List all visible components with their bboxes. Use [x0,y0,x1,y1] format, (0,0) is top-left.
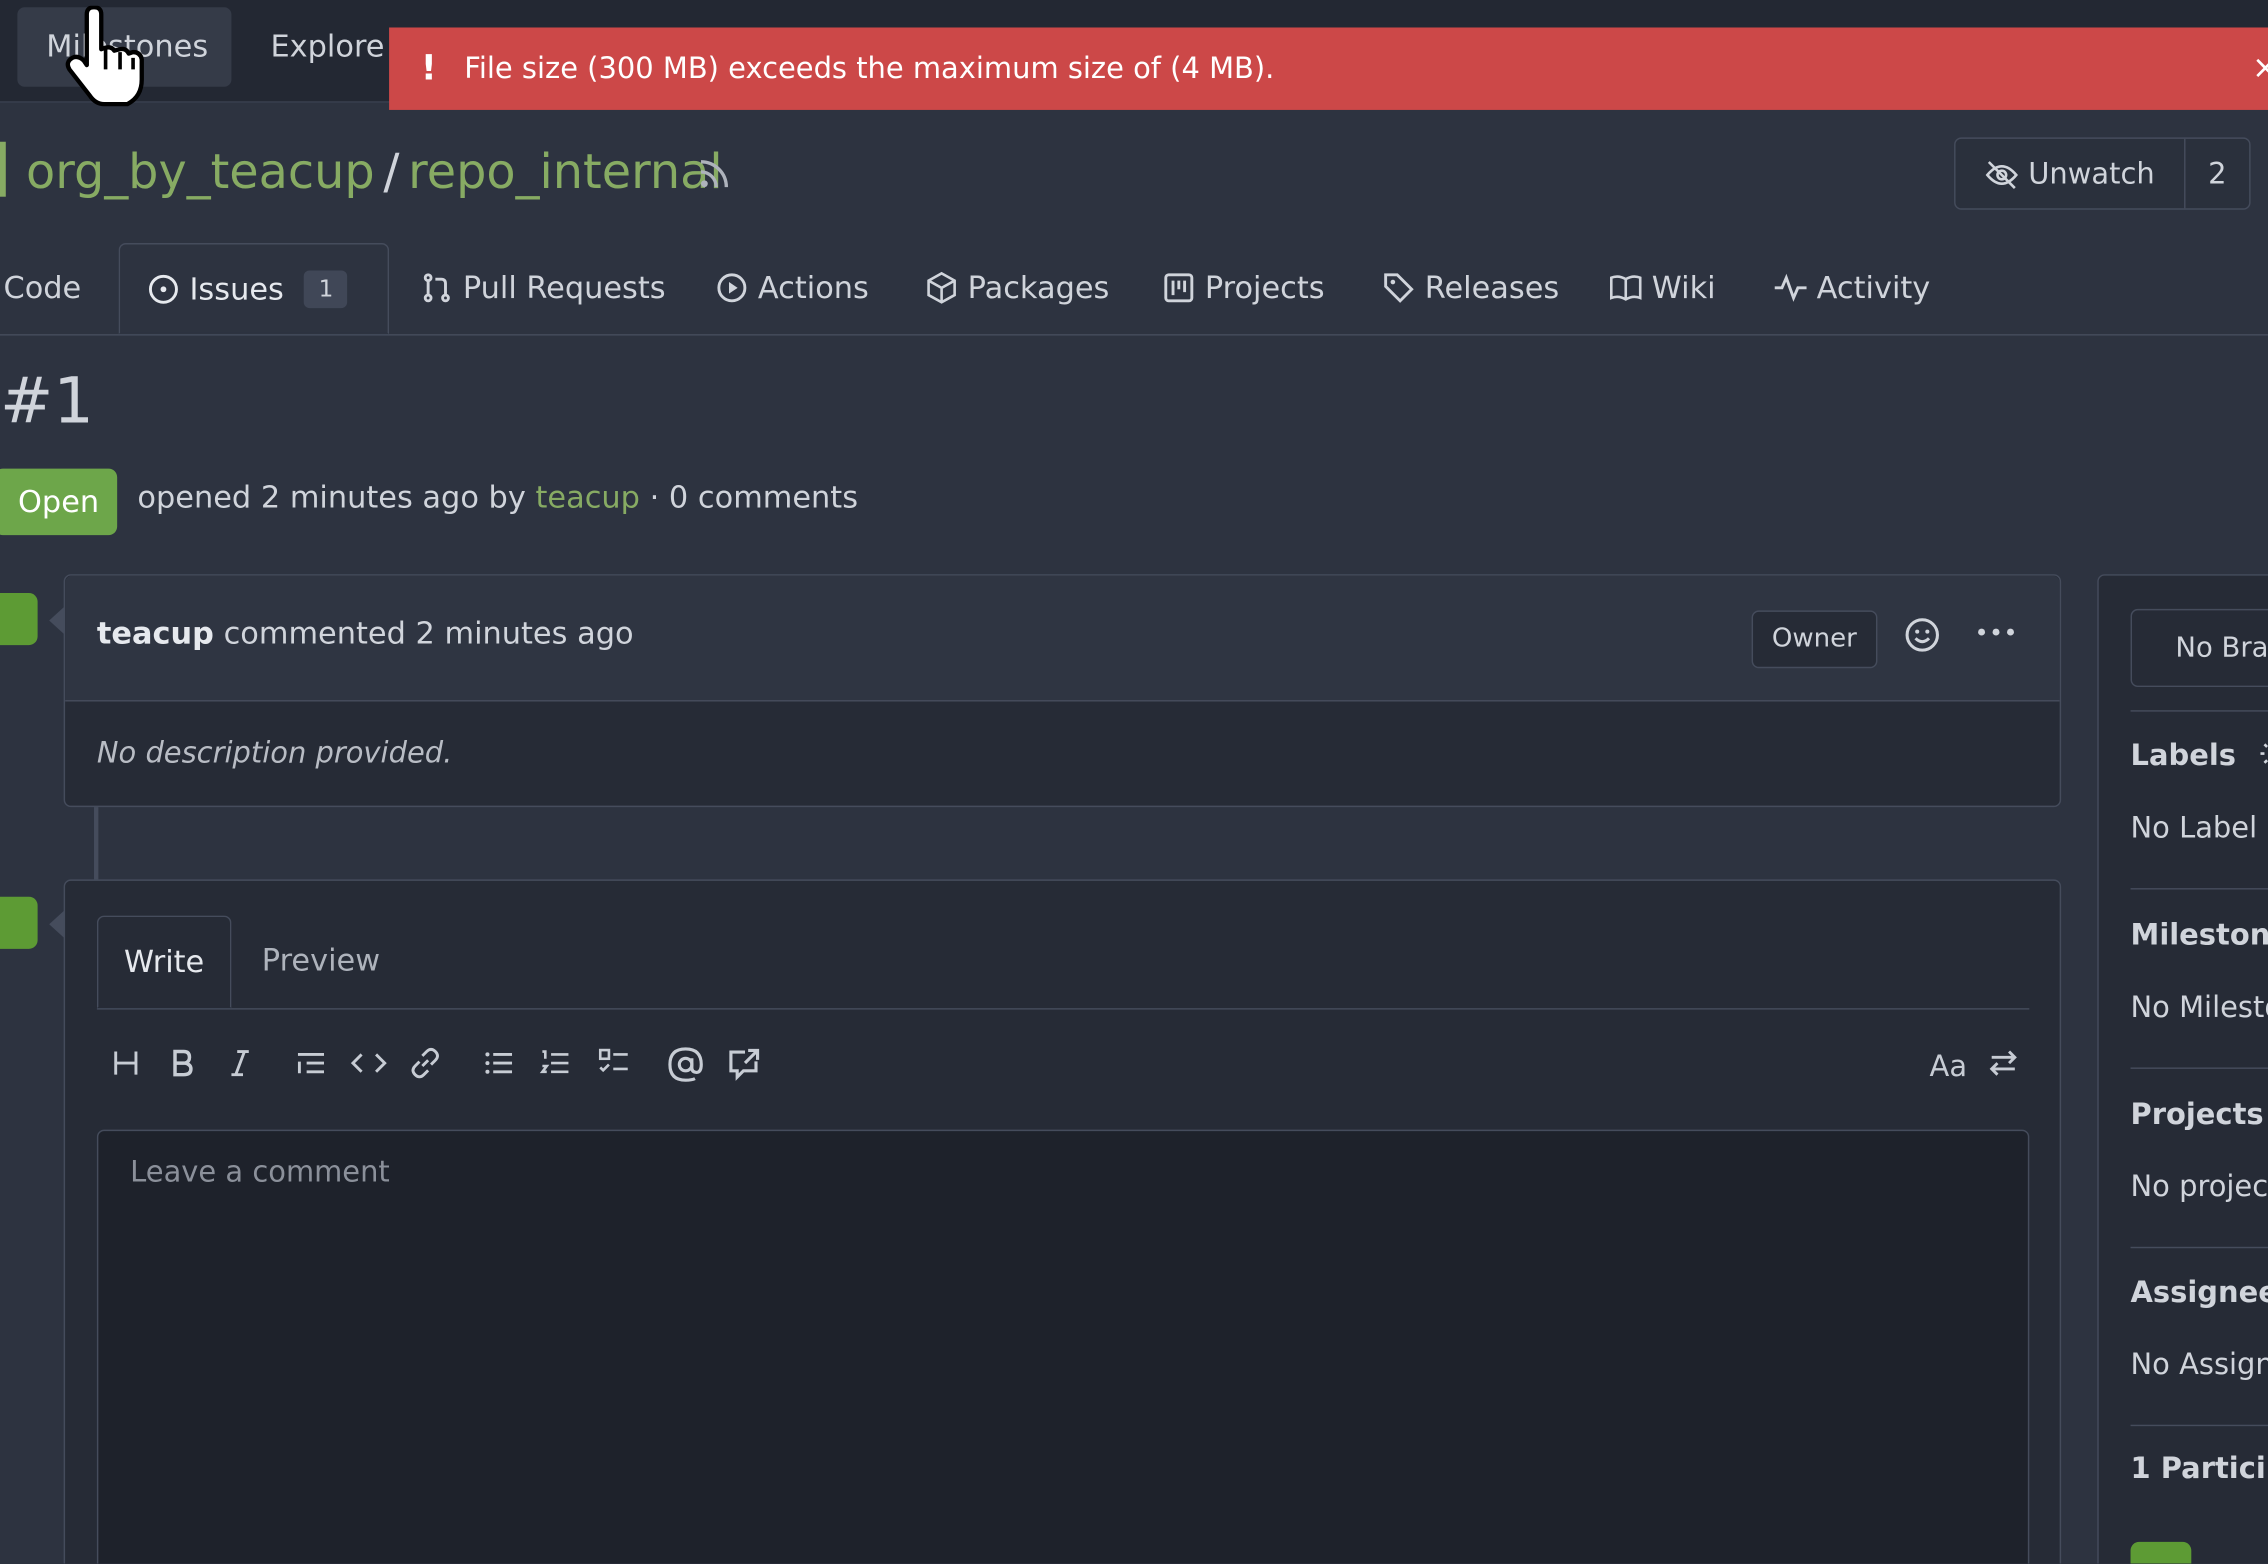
issues-count-badge: 1 [304,270,348,309]
link-icon[interactable] [405,1046,445,1086]
tab-code-label: Code [3,270,82,306]
tab-projects[interactable]: Projects [1161,243,1325,334]
quote-icon[interactable] [291,1046,331,1086]
tab-activity[interactable]: Activity [1773,243,1930,334]
issue-meta: opened 2 minutes ago by teacup · 0 comme… [137,480,858,515]
tab-actions[interactable]: Actions [715,243,869,334]
ordered-list-icon[interactable] [535,1046,575,1086]
tab-write[interactable]: Write [96,915,232,1009]
tab-issues-label: Issues [189,271,284,307]
labels-title: Labels [2130,737,2236,773]
editor-tabs: Write Preview [96,915,2030,1010]
play-circle-icon [717,273,747,303]
participant-avatar[interactable] [2130,1541,2192,1564]
exclamation-icon: ! [420,47,437,89]
eye-slash-icon [1986,161,2019,189]
pulse-icon [1774,273,1807,302]
close-icon[interactable]: × [2252,27,2268,109]
milestone-value: No Milestone [2130,989,2268,1025]
bold-icon[interactable] [162,1046,202,1086]
branch-selector[interactable]: No Branch [2130,608,2268,688]
issue-number: #1 [0,364,94,439]
project-board-icon [1164,273,1194,303]
watch-count[interactable]: 2 [2184,139,2251,208]
timeline-line [94,807,99,880]
code-icon[interactable] [349,1046,389,1086]
comment-textarea[interactable] [96,1129,2030,1564]
divider [2130,710,2268,712]
comment-editor: Write Preview Aa Leave a comment [63,879,2062,1564]
tab-projects-label: Projects [1204,270,1325,306]
switch-editor-icon[interactable] [1983,1046,2023,1086]
tab-preview[interactable]: Preview [262,916,380,1006]
repo-title: org_by_teacup / repo_internal [26,140,723,204]
assignees-value: No Assignees [2130,1346,2268,1382]
flash-message: File size (300 MB) exceeds the maximum s… [464,50,1275,86]
comment-body: No description provided. [96,734,453,770]
repo-owner-link[interactable]: org_by_teacup [26,143,375,199]
repo-name-link[interactable]: repo_internal [408,143,722,199]
tab-packages[interactable]: Packages [924,243,1109,334]
repo-tabs: ›Code Issues 1 Pull Requests Actions Pack… [0,242,2268,336]
cross-reference-icon[interactable] [723,1046,763,1086]
avatar[interactable] [0,593,38,646]
labels-value: No Label [2130,809,2258,845]
labels-heading[interactable]: Labels [2130,737,2268,773]
repo-separator: / [383,143,400,200]
tab-activity-label: Activity [1816,270,1931,306]
avatar[interactable] [0,896,38,949]
gear-icon[interactable] [2258,738,2268,770]
pull-request-icon [423,273,450,303]
package-icon [927,271,956,304]
more-options-icon[interactable] [1974,615,2017,655]
assignees-heading[interactable]: Assignees [2131,1274,2268,1309]
issue-sidebar: No Branch Labels No Label Milestone No M… [2097,574,2268,1564]
comment-time: commented 2 minutes ago [223,616,634,651]
unordered-list-icon[interactable] [479,1046,519,1086]
smiley-icon[interactable] [1902,615,1942,655]
tab-pull-requests[interactable]: Pull Requests [419,243,666,334]
divider [2130,1067,2268,1069]
tab-packages-label: Packages [967,270,1110,306]
tab-wiki-label: Wiki [1651,270,1716,306]
divider [2130,1424,2268,1427]
projects-heading[interactable]: Projects [2131,1096,2264,1131]
issue-comment-count: · 0 comments [649,480,859,515]
issue-opened-icon [148,274,178,304]
markdown-toolbar: Aa [97,1040,2029,1092]
book-icon [1609,275,1642,301]
flash-error: ! File size (300 MB) exceeds the maximum… [389,27,2268,110]
tab-releases[interactable]: Releases [1381,243,1559,334]
divider [2130,1246,2268,1249]
unwatch-button[interactable]: Unwatch 2 [1954,137,2251,210]
issue-comment: teacup commented 2 minutes ago Owner No … [63,574,2062,808]
issue-opened-text: opened 2 minutes ago by [137,480,526,515]
heading-icon[interactable] [106,1046,146,1086]
owner-badge: Owner [1751,610,1878,669]
tag-icon [1384,273,1414,303]
projects-value: No project [2130,1168,2268,1204]
issue-author-link[interactable]: teacup [535,480,639,515]
milestone-heading[interactable]: Milestone [2131,917,2268,952]
hand-cursor-icon [65,5,144,107]
comment-author-link[interactable]: teacup [97,616,214,651]
participants-heading: 1 Participants [2130,1450,2268,1486]
tab-code[interactable]: ›Code [0,243,81,334]
divider [2130,888,2268,890]
tab-pull-requests-label: Pull Requests [462,270,666,306]
unwatch-label: Unwatch [2028,156,2155,191]
rss-icon[interactable] [694,153,734,193]
repo-avatar [0,141,6,197]
italic-icon[interactable] [220,1046,260,1086]
issue-state-badge: Open [0,468,118,536]
comment-header: teacup commented 2 minutes ago Owner [65,575,2060,702]
text-size-toggle[interactable]: Aa [1922,1046,1974,1086]
tab-actions-label: Actions [757,270,869,306]
tab-releases-label: Releases [1424,270,1560,306]
task-list-icon[interactable] [594,1046,634,1086]
mention-icon[interactable] [665,1046,705,1086]
tab-issues[interactable]: Issues 1 [118,242,390,335]
tab-wiki[interactable]: Wiki [1608,243,1716,334]
nav-explore[interactable]: Explore [242,7,414,87]
